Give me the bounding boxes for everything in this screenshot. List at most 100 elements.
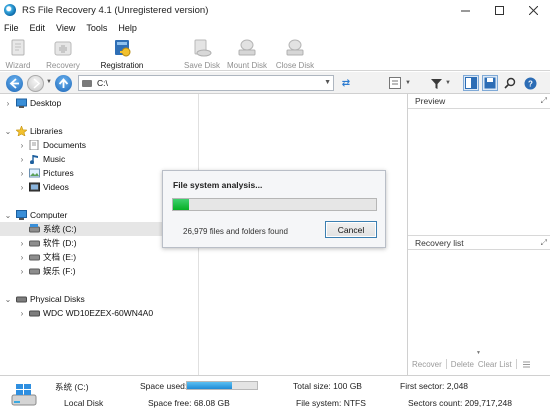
chevron-right-icon[interactable]: › [18,253,26,262]
cancel-button[interactable]: Cancel [325,221,377,238]
mount-disk-icon [238,39,256,56]
computer-icon [16,210,27,220]
menu-tools[interactable]: Tools [86,23,107,33]
chevron-right-icon[interactable]: › [4,99,12,108]
close-disk-button[interactable]: Close Disk [273,35,317,71]
view-dropdown-icon[interactable]: ▼ [405,80,411,86]
music-icon [30,155,38,164]
save-disk-label: Save Disk [183,61,220,70]
chevron-down-icon[interactable]: ⌄ [4,295,12,304]
menu-view[interactable]: View [56,23,75,33]
clear-list-button[interactable]: Clear List [478,360,512,369]
chevron-down-icon[interactable]: ⌄ [4,127,12,136]
title-bar: RS File Recovery 4.1 (Unregistered versi… [0,0,550,20]
chevron-right-icon[interactable]: › [18,239,26,248]
recovery-button[interactable]: Recovery [40,35,86,71]
tree-item-desktop[interactable]: › Desktop [0,96,198,110]
file-system: File system: NTFS [296,398,366,408]
documents-icon [29,140,39,150]
forward-button[interactable] [27,75,44,92]
svg-text:?: ? [528,79,533,88]
history-dropdown-icon[interactable]: ▼ [46,79,52,85]
search-button[interactable] [502,75,518,91]
chevron-right-icon[interactable]: › [18,183,26,192]
mount-disk-button[interactable]: Mount Disk [224,35,270,71]
app-icon [4,4,16,16]
videos-icon [29,182,40,192]
forward-arrow-icon [33,78,41,89]
space-used-bar [186,381,258,390]
wizard-button[interactable]: Wizard [0,35,36,71]
back-button[interactable] [6,75,23,92]
recovery-list-settings-icon[interactable] [522,360,531,369]
menu-file[interactable]: File [4,23,19,33]
save-disk-button[interactable]: Save Disk [180,35,224,71]
chevron-right-icon[interactable]: › [18,267,26,276]
tree-item-drive-f[interactable]: › 娱乐 (F:) [0,264,198,278]
window-title: RS File Recovery 4.1 (Unregistered versi… [22,4,209,16]
tree-label: 娱乐 (F:) [43,266,76,276]
expand-icon[interactable]: ⤢ [541,96,547,106]
expand-icon[interactable]: ⤢ [541,238,547,248]
address-input[interactable]: C:\ ▼ [78,75,334,91]
ribbon-toolbar: Wizard Recovery Registration Save Disk M… [0,35,550,71]
chevron-right-icon[interactable]: › [18,309,26,318]
recovery-label: Recovery [46,61,80,70]
chevron-right-icon[interactable]: › [18,155,26,164]
close-disk-label: Close Disk [275,61,315,70]
space-used-fill [187,382,232,389]
menu-edit[interactable]: Edit [30,23,46,33]
progress-fill [173,199,190,210]
delete-button[interactable]: Delete [451,360,474,369]
chevron-down-icon[interactable]: ⌄ [4,211,12,220]
tree-item-drive-e[interactable]: › 文档 (E:) [0,250,198,264]
minimize-button[interactable] [448,0,482,20]
disk-icon [29,310,40,317]
tree-item-wdc-disk[interactable]: › WDC WD10EZEX-60WN4A0 [0,306,198,320]
tree-label: Physical Disks [30,294,85,304]
tree-label: Music [43,154,66,164]
tree-label: Pictures [43,168,74,178]
recovery-actions: Recover Delete Clear List [408,356,550,372]
registration-key-icon [115,40,131,57]
layout-toggle-button[interactable] [463,75,479,91]
preview-area [408,109,550,235]
tree-label: Documents [43,140,86,150]
chevron-right-icon[interactable]: › [18,169,26,178]
chevron-right-icon[interactable]: › [18,141,26,150]
close-disk-icon [286,39,304,56]
maximize-button[interactable] [482,0,516,20]
drive-name: 系统 (C:) [55,382,89,392]
view-options-icon[interactable] [387,75,403,91]
total-size: Total size: 100 GB [293,381,362,391]
tree-item-documents[interactable]: › Documents [0,138,198,152]
recover-button[interactable]: Recover [412,360,442,369]
analysis-progress-bar [172,198,377,211]
tree-item-music[interactable]: › Music [0,152,198,166]
menu-help[interactable]: Help [118,23,137,33]
desktop-icon [16,98,27,108]
address-dropdown-icon[interactable]: ▼ [324,79,331,86]
space-free: Space free: 68.08 GB [148,398,230,408]
close-button[interactable] [516,0,550,20]
help-button[interactable]: ? [522,75,538,91]
help-icon: ? [524,77,536,89]
save-view-button[interactable] [482,75,498,91]
layout-icon [465,77,477,89]
up-button[interactable] [55,75,72,92]
view-grid-icon [389,77,401,89]
filter-button[interactable] [428,75,444,91]
floppy-icon [484,77,496,89]
recovery-list-area [408,250,550,355]
sectors-count: Sectors count: 209,717,248 [408,398,512,408]
tree-item-physical-disks[interactable]: ⌄ Physical Disks [0,292,198,306]
tree-label: Libraries [30,126,63,136]
first-sector: First sector: 2,048 [400,381,469,391]
recovery-list-header: Recovery list ⤢ [408,235,550,250]
tree-item-libraries[interactable]: ⌄ Libraries [0,124,198,138]
go-arrows-icon[interactable]: ⇄ [338,75,354,91]
filter-dropdown-icon[interactable]: ▼ [445,80,451,86]
tree-label: Desktop [30,98,62,108]
tree-label: WDC WD10EZEX-60WN4A0 [43,308,154,318]
registration-button[interactable]: Registration [94,35,150,71]
